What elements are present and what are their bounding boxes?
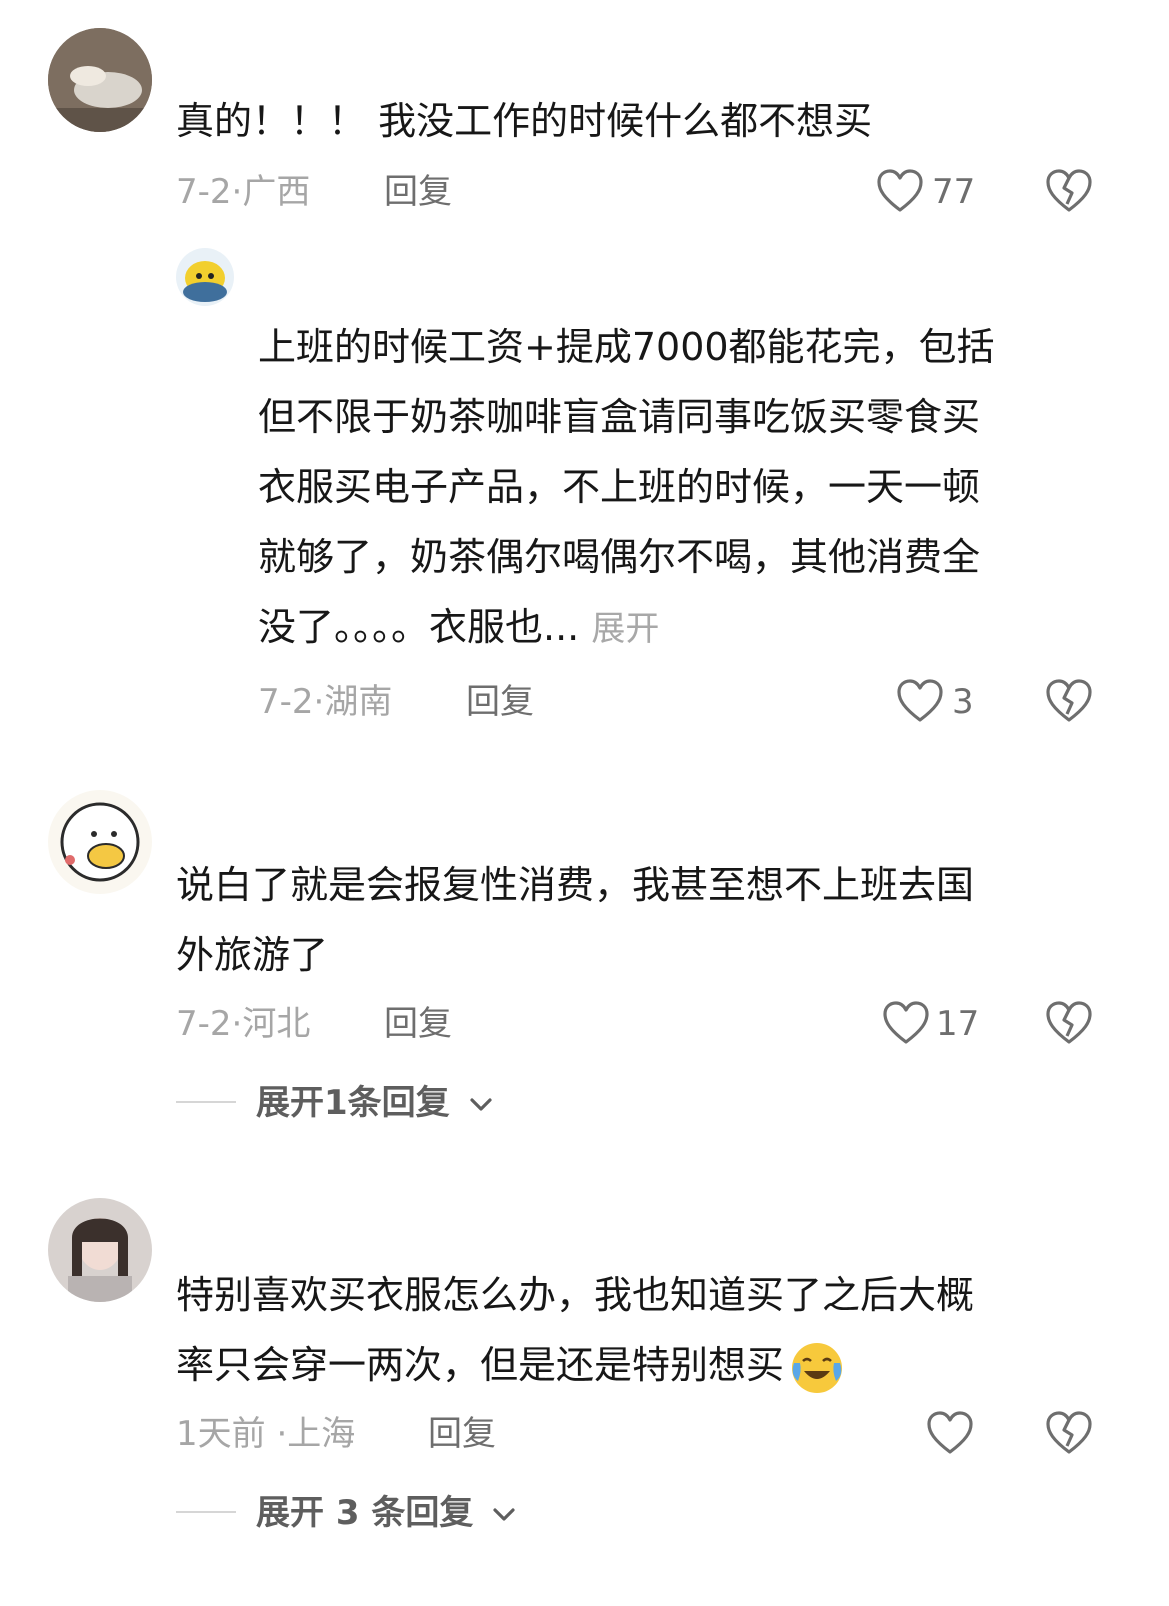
comment-location: 河北: [242, 1004, 311, 1044]
dislike-button[interactable]: [1045, 168, 1093, 214]
comment-meta: 1天前 ·上海: [176, 1414, 355, 1454]
broken-heart-icon: [1046, 169, 1092, 212]
reply-button[interactable]: 回复: [384, 172, 452, 212]
reply-button[interactable]: 回复: [428, 1414, 496, 1454]
comment-text: 说白了就是会报复性消费，我甚至想不上班去国 外旅游了: [176, 863, 975, 977]
heart-outline-icon: [877, 169, 923, 212]
expand-replies-button[interactable]: 展开 3 条回复: [256, 1493, 517, 1533]
broken-heart-icon: [1046, 1001, 1092, 1044]
like-count: 3: [952, 682, 974, 722]
dislike-button[interactable]: [1045, 678, 1093, 724]
heart-outline-icon: [927, 1411, 973, 1454]
divider: [176, 1511, 236, 1513]
avatar[interactable]: [176, 248, 234, 306]
comment-text: 特别喜欢买衣服怎么办，我也知道买了之后大概 率只会穿一两次，但是还是特别想买: [176, 1260, 974, 1400]
broken-heart-icon: [1046, 1411, 1092, 1454]
comment-date: 7-2·: [258, 682, 325, 722]
comment-location: 湖南: [324, 682, 393, 722]
dislike-button[interactable]: [1045, 1410, 1093, 1456]
comment-date: 7-2·: [176, 172, 243, 212]
divider: [176, 1101, 236, 1103]
comment-location: 广西: [242, 172, 311, 212]
heart-outline-icon: [883, 1001, 929, 1044]
reply-button[interactable]: 回复: [384, 1004, 452, 1044]
avatar[interactable]: [48, 1198, 152, 1302]
avatar[interactable]: [48, 790, 152, 894]
broken-heart-icon: [1046, 679, 1092, 722]
like-button[interactable]: [876, 168, 924, 214]
comment-location: 上海: [287, 1414, 356, 1454]
expand-replies-button[interactable]: 展开1条回复: [256, 1083, 494, 1123]
comment-date: 1天前 ·: [176, 1414, 288, 1454]
avatar[interactable]: [48, 28, 152, 132]
like-count: 77: [932, 172, 976, 212]
comment-meta: 7-2·河北: [176, 1004, 310, 1044]
expand-text-link[interactable]: 展开: [591, 609, 659, 649]
comment-date: 7-2·: [176, 1004, 243, 1044]
like-count: 17: [936, 1004, 980, 1044]
chevron-down-icon: [469, 1097, 492, 1111]
chevron-down-icon: [493, 1507, 515, 1521]
comment-meta: 7-2·湖南: [258, 682, 392, 722]
heart-outline-icon: [897, 679, 943, 722]
dislike-button[interactable]: [1045, 1000, 1093, 1046]
reply-button[interactable]: 回复: [466, 682, 534, 722]
like-button[interactable]: [882, 1000, 930, 1046]
like-button[interactable]: [926, 1410, 974, 1456]
comment-text: 上班的时候工资+提成7000都能花完，包括 但不限于奶茶咖啡盲盒请同事吃饭买零食…: [258, 325, 995, 649]
comment-text: 真的！！！ 我没工作的时候什么都不想买: [176, 99, 873, 143]
like-button[interactable]: [896, 678, 944, 724]
crying-laughing-emoji: [788, 1341, 846, 1395]
comment-meta: 7-2·广西: [176, 172, 310, 212]
